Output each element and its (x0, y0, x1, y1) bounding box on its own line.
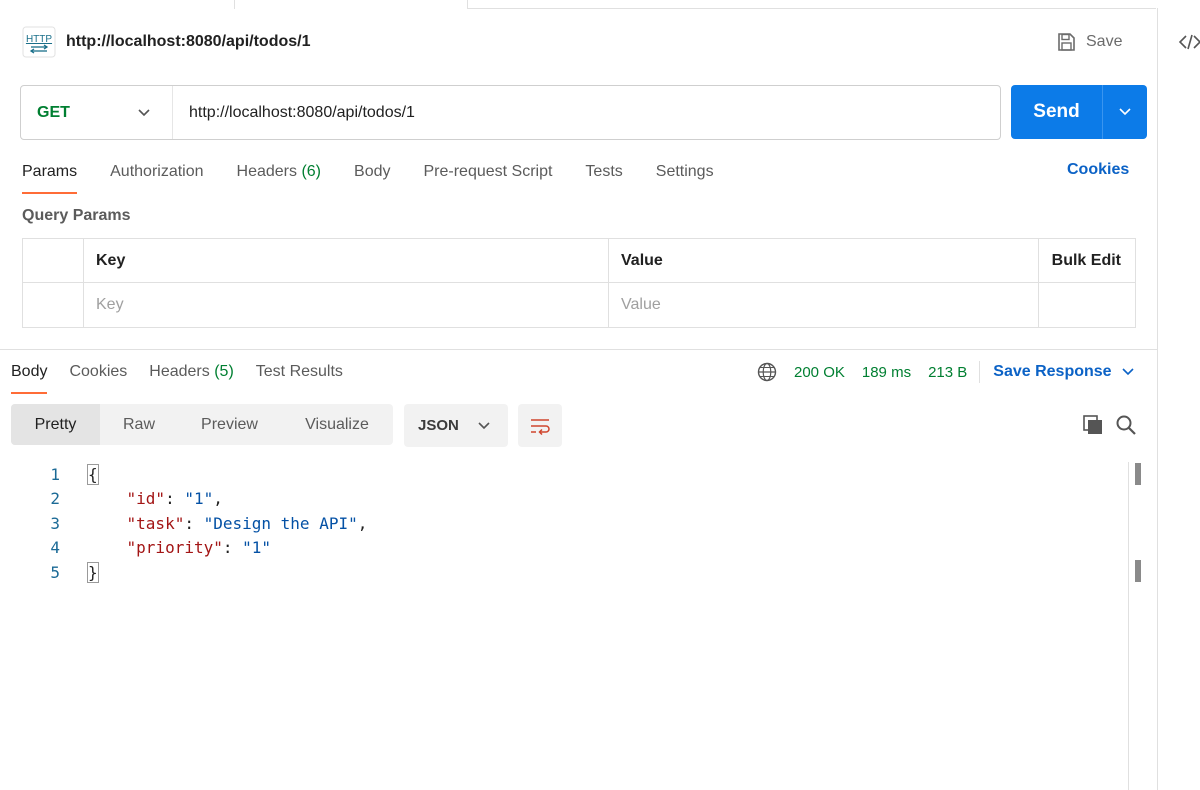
view-preview[interactable]: Preview (178, 404, 281, 445)
copy-icon[interactable] (1082, 414, 1104, 436)
query-params-table: Key Value Bulk Edit Key Value (22, 238, 1136, 328)
column-key: Key (84, 239, 609, 282)
table-row: Key Value (23, 283, 1135, 327)
tab-pre-request-script[interactable]: Pre-request Script (423, 160, 552, 194)
tab-strip-border (468, 8, 1156, 9)
cookies-link[interactable]: Cookies (1067, 161, 1129, 179)
status-badge[interactable]: 200 OK (794, 364, 845, 381)
response-size[interactable]: 213 B (928, 364, 967, 381)
key-input[interactable]: Key (84, 283, 609, 327)
response-tab-test-results[interactable]: Test Results (256, 360, 343, 394)
method-select[interactable]: GET (21, 86, 173, 139)
format-label: JSON (418, 417, 459, 434)
column-value: Value (609, 239, 1039, 282)
chevron-down-icon (138, 108, 150, 116)
line-number: 1 (50, 464, 60, 484)
json-key: "task" (126, 513, 185, 533)
response-meta: 200 OK 189 ms 213 B Save Response (757, 360, 1134, 384)
chevron-down-icon (1121, 368, 1134, 376)
bulk-edit-button[interactable]: Bulk Edit (1039, 239, 1135, 282)
table-header-row: Key Value Bulk Edit (23, 239, 1135, 283)
headers-count: (6) (301, 163, 322, 180)
line-number: 4 (50, 538, 60, 558)
response-tab-headers[interactable]: Headers (5) (149, 360, 234, 394)
response-headers-count: (5) (214, 363, 234, 380)
json-value: "1" (242, 538, 272, 558)
scrollbar-marker[interactable] (1135, 560, 1141, 582)
response-body-editor[interactable]: 1 { 2 "id": "1", 3 "task": "Design the A… (0, 462, 367, 585)
code-line: 2 "id": "1", (0, 487, 367, 512)
meta-separator (979, 361, 981, 383)
view-pretty[interactable]: Pretty (11, 404, 100, 445)
response-tabs: Body Cookies Headers (5) Test Results (11, 360, 365, 394)
save-response-button[interactable]: Save Response (993, 363, 1134, 381)
tab-settings[interactable]: Settings (656, 160, 714, 194)
globe-icon[interactable] (757, 362, 777, 382)
tab-headers[interactable]: Headers (6) (237, 160, 322, 194)
chevron-down-icon (1119, 108, 1131, 116)
save-icon (1058, 33, 1075, 51)
svg-text:HTTP: HTTP (26, 34, 52, 45)
response-time[interactable]: 189 ms (862, 364, 911, 381)
scrollbar-track[interactable] (1128, 462, 1129, 790)
url-bar: GET (20, 85, 1001, 140)
code-icon[interactable] (1178, 32, 1200, 52)
view-mode-segmented: Pretty Raw Preview Visualize (11, 404, 393, 445)
line-number: 3 (50, 513, 60, 533)
scrollbar-marker[interactable] (1135, 463, 1141, 485)
tab-authorization[interactable]: Authorization (110, 160, 203, 194)
json-key: "priority" (126, 538, 223, 558)
format-select[interactable]: JSON (404, 404, 508, 447)
code-line: 5 } (0, 560, 367, 585)
code-line: 3 "task": "Design the API", (0, 511, 367, 536)
value-input[interactable]: Value (609, 283, 1039, 327)
method-label: GET (37, 103, 70, 121)
line-number: 2 (50, 489, 60, 509)
json-key: "id" (126, 489, 166, 509)
tab-tests[interactable]: Tests (585, 160, 622, 194)
search-icon[interactable] (1115, 414, 1137, 436)
save-button[interactable]: Save (1056, 28, 1122, 56)
json-value: "Design the API" (203, 513, 358, 533)
chevron-down-icon (478, 421, 490, 429)
row-checkbox-cell (23, 283, 84, 327)
send-options-button[interactable] (1102, 85, 1147, 139)
response-tab-body[interactable]: Body (11, 360, 48, 394)
request-title[interactable]: http://localhost:8080/api/todos/1 (66, 33, 310, 51)
view-visualize[interactable]: Visualize (281, 404, 393, 445)
empty-cell (1039, 283, 1135, 327)
tab-params[interactable]: Params (22, 160, 78, 194)
checkbox-column (23, 239, 84, 282)
line-number: 5 (50, 562, 60, 582)
json-value: "1" (184, 489, 214, 509)
code-line: 4 "priority": "1" (0, 536, 367, 561)
code-line: 1 { (0, 462, 367, 487)
save-label: Save (1086, 33, 1123, 50)
view-raw[interactable]: Raw (100, 404, 178, 445)
pane-divider[interactable] (0, 349, 1157, 350)
send-button-group: Send (1011, 85, 1147, 139)
wrap-lines-button[interactable] (518, 404, 562, 447)
active-request-tab[interactable] (234, 0, 468, 9)
http-icon: HTTP (22, 26, 56, 58)
query-params-title: Query Params (22, 207, 131, 224)
save-response-label: Save Response (993, 363, 1112, 380)
wrap-icon (531, 418, 550, 435)
request-tabs: Params Authorization Headers (6) Body Pr… (22, 160, 747, 194)
send-button[interactable]: Send (1011, 85, 1102, 139)
request-header: HTTP http://localhost:8080/api/todos/1 (22, 26, 310, 58)
tab-strip (0, 0, 1200, 9)
json-open-brace: { (87, 463, 99, 485)
response-tab-cookies[interactable]: Cookies (69, 360, 127, 394)
tab-body[interactable]: Body (354, 160, 390, 194)
json-close-brace: } (87, 561, 99, 583)
url-input[interactable] (173, 86, 1000, 139)
right-sidebar (1157, 8, 1200, 790)
